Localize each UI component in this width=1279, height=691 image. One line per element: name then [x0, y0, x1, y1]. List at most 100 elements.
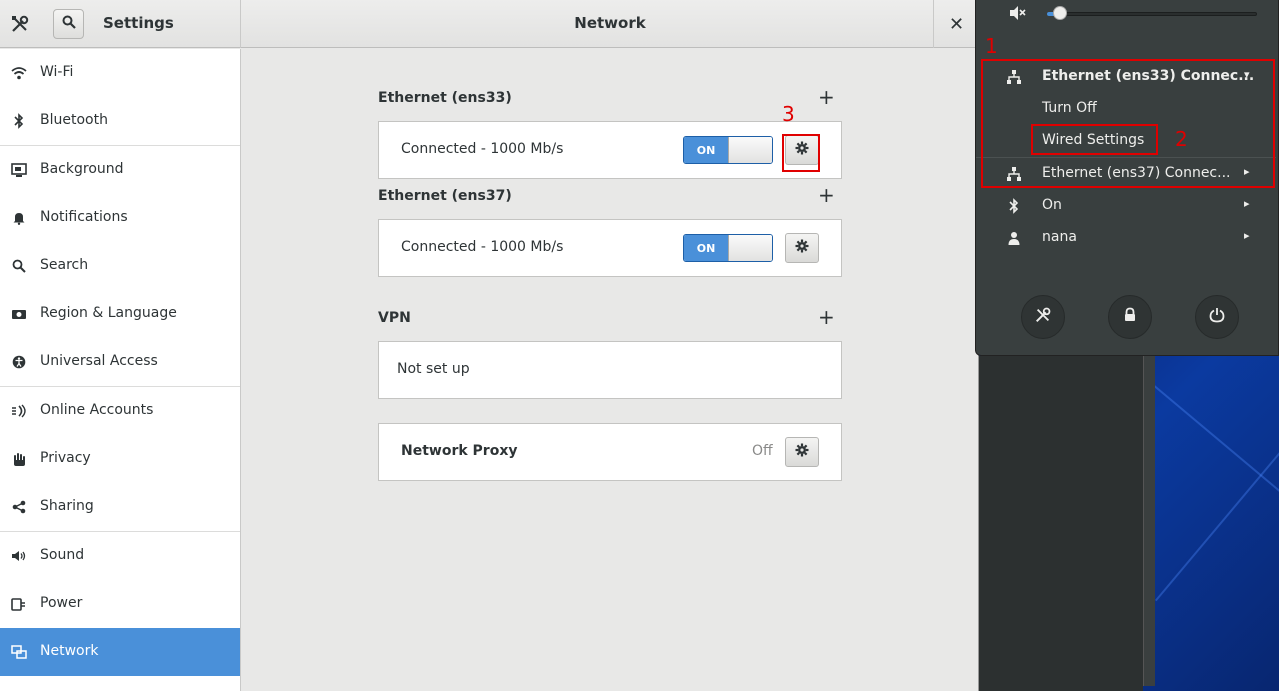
sidebar-item-region-language[interactable]: Region & Language — [0, 290, 240, 338]
ethernet-ens37-status: Connected - 1000 Mb/s — [401, 239, 564, 255]
menu-user-label: nana — [1042, 229, 1077, 245]
sidebar-item-background[interactable]: Background — [0, 146, 240, 194]
search-button[interactable] — [53, 9, 84, 39]
ethernet-ens33-title: Ethernet (ens33) — [378, 90, 512, 106]
menu-bluetooth-label: On — [1042, 197, 1062, 213]
menu-bluetooth[interactable]: On ▸ — [976, 191, 1276, 221]
sidebar-item-online-accounts[interactable]: Online Accounts — [0, 387, 240, 435]
header-bar: Settings Network ✕ — [0, 0, 978, 48]
background-window-scrollbar — [1143, 356, 1155, 686]
vpn-title: VPN — [378, 310, 411, 326]
sidebar-item-wifi[interactable]: Wi-Fi — [0, 49, 240, 97]
bluetooth-icon — [10, 112, 28, 130]
sidebar-item-label: Notifications — [40, 209, 128, 225]
camera-icon — [10, 305, 28, 323]
sidebar-item-label: Bluetooth — [40, 112, 108, 128]
sidebar-item-label: Region & Language — [40, 305, 177, 321]
sidebar-item-sound[interactable]: Sound — [0, 532, 240, 580]
ethernet-ens33-toggle[interactable]: ON — [683, 136, 773, 164]
user-icon — [1006, 230, 1022, 246]
chevron-right-icon: ▸ — [1244, 229, 1250, 242]
sidebar-item-network[interactable]: Network — [0, 628, 240, 676]
annotation-number-1: 1 — [985, 34, 998, 58]
network-icon — [10, 643, 28, 661]
sidebar-item-label: Search — [40, 257, 89, 273]
power-plug-icon — [10, 595, 28, 613]
sidebar-item-privacy[interactable]: Privacy — [0, 435, 240, 483]
sidebar: Wi-Fi Bluetooth Background Notifications… — [0, 49, 241, 691]
panel-title: Network — [574, 14, 646, 32]
settings-tools-icon — [8, 12, 32, 36]
ethernet-ens37-toggle[interactable]: ON — [683, 234, 773, 262]
ethernet-ens33-card: Connected - 1000 Mb/s ON — [378, 121, 842, 179]
accessibility-icon — [10, 353, 28, 371]
network-proxy-value: Off — [752, 443, 773, 459]
network-proxy-card[interactable]: Network Proxy Off — [378, 423, 842, 481]
share-icon — [10, 498, 28, 516]
sidebar-item-universal-access[interactable]: Universal Access — [0, 338, 240, 386]
app-title: Settings — [103, 14, 174, 32]
sidebar-item-search[interactable]: Search — [0, 242, 240, 290]
sidebar-item-label: Sharing — [40, 498, 94, 514]
lock-icon — [1123, 307, 1137, 327]
annotation-box-2 — [1031, 124, 1158, 155]
hand-icon — [10, 450, 28, 468]
add-ethernet-ens33-button[interactable]: + — [818, 87, 835, 107]
sidebar-item-label: Sound — [40, 547, 85, 563]
sidebar-item-label: Network — [40, 643, 99, 659]
online-accounts-icon — [10, 402, 28, 420]
add-vpn-button[interactable]: + — [818, 307, 835, 327]
volume-slider[interactable] — [1047, 12, 1257, 16]
sidebar-item-bluetooth[interactable]: Bluetooth — [0, 97, 240, 145]
close-icon: ✕ — [948, 13, 965, 35]
gear-icon — [795, 443, 809, 461]
sidebar-item-sharing[interactable]: Sharing — [0, 483, 240, 531]
search-icon — [10, 257, 28, 275]
ethernet-ens37-card: Connected - 1000 Mb/s ON — [378, 219, 842, 277]
vpn-card: Not set up — [378, 341, 842, 399]
wifi-icon — [10, 64, 28, 82]
network-proxy-label: Network Proxy — [401, 443, 518, 459]
power-icon — [1209, 307, 1225, 327]
power-off-button[interactable] — [1195, 295, 1239, 339]
vpn-status: Not set up — [397, 361, 470, 377]
ethernet-ens37-title: Ethernet (ens37) — [378, 188, 512, 204]
toggle-knob — [728, 235, 772, 261]
sidebar-item-notifications[interactable]: Notifications — [0, 194, 240, 242]
bluetooth-icon — [1006, 198, 1022, 214]
header-bar-left: Settings — [0, 0, 241, 48]
settings-shortcut-button[interactable] — [1021, 295, 1065, 339]
network-proxy-settings-button[interactable] — [785, 437, 819, 467]
toggle-on-label: ON — [684, 137, 728, 163]
sidebar-item-label: Online Accounts — [40, 402, 154, 418]
background-window — [979, 356, 1143, 691]
settings-window: Settings Network ✕ Wi-Fi Bluetooth Backg… — [0, 0, 979, 691]
search-icon — [62, 15, 76, 33]
toggle-knob — [728, 137, 772, 163]
close-button[interactable]: ✕ — [933, 0, 978, 48]
annotation-number-3: 3 — [782, 102, 795, 126]
sidebar-item-label: Universal Access — [40, 353, 158, 369]
sidebar-item-power[interactable]: Power — [0, 580, 240, 628]
settings-tools-icon — [1034, 306, 1052, 328]
background-icon — [10, 161, 28, 179]
sidebar-item-label: Power — [40, 595, 83, 611]
sidebar-item-label: Wi-Fi — [40, 64, 74, 80]
speaker-icon — [10, 547, 28, 565]
network-panel: Ethernet (ens33) + Connected - 1000 Mb/s… — [242, 49, 978, 691]
bell-icon — [10, 209, 28, 227]
annotation-number-2: 2 — [1175, 127, 1188, 151]
sidebar-item-label: Background — [40, 161, 124, 177]
add-ethernet-ens37-button[interactable]: + — [818, 185, 835, 205]
annotation-box-3 — [782, 134, 820, 172]
toggle-on-label: ON — [684, 235, 728, 261]
sidebar-item-label: Privacy — [40, 450, 91, 466]
lock-screen-button[interactable] — [1108, 295, 1152, 339]
ethernet-ens33-status: Connected - 1000 Mb/s — [401, 141, 564, 157]
chevron-right-icon: ▸ — [1244, 197, 1250, 210]
volume-muted-icon — [1009, 5, 1027, 25]
volume-slider-handle[interactable] — [1053, 6, 1067, 20]
gear-icon — [795, 239, 809, 257]
menu-user[interactable]: nana ▸ — [976, 223, 1276, 253]
ethernet-ens37-settings-button[interactable] — [785, 233, 819, 263]
